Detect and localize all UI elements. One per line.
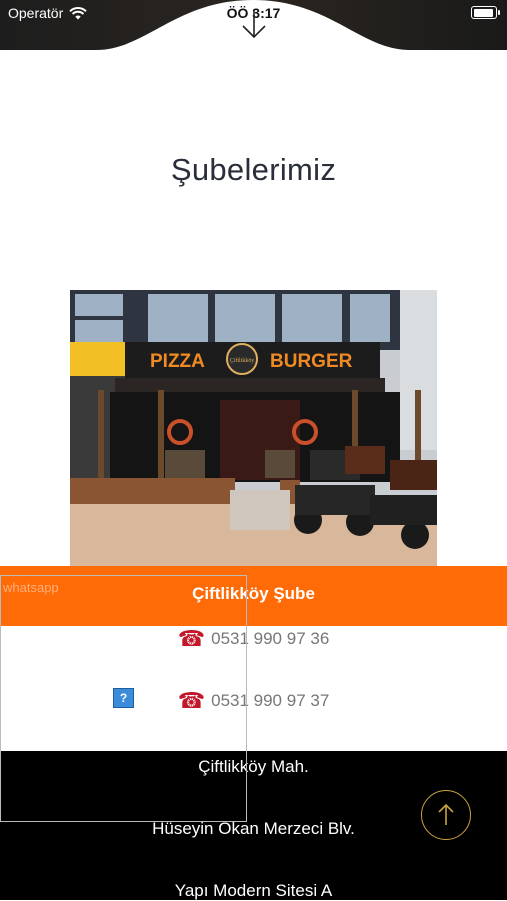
- sign-burger: BURGER: [270, 351, 353, 372]
- sign-logo-text: Çiftlikköy: [230, 357, 255, 364]
- page-title: Şubelerimiz: [170, 152, 337, 187]
- battery-level: [473, 8, 493, 17]
- question-mark-icon[interactable]: ?: [113, 688, 134, 708]
- arrow-up-icon: [438, 803, 454, 825]
- scroll-top-button[interactable]: [421, 790, 471, 840]
- battery-icon: [471, 6, 500, 19]
- sign-pizza: PIZZA: [150, 351, 205, 372]
- branch-photo: PIZZA Çiftlikköy BURGER: [70, 290, 437, 566]
- whatsapp-label: whatsapp: [3, 580, 59, 595]
- arrow-down-icon[interactable]: [241, 8, 267, 40]
- address-line-3: Yapı Modern Sitesi A: [174, 881, 333, 900]
